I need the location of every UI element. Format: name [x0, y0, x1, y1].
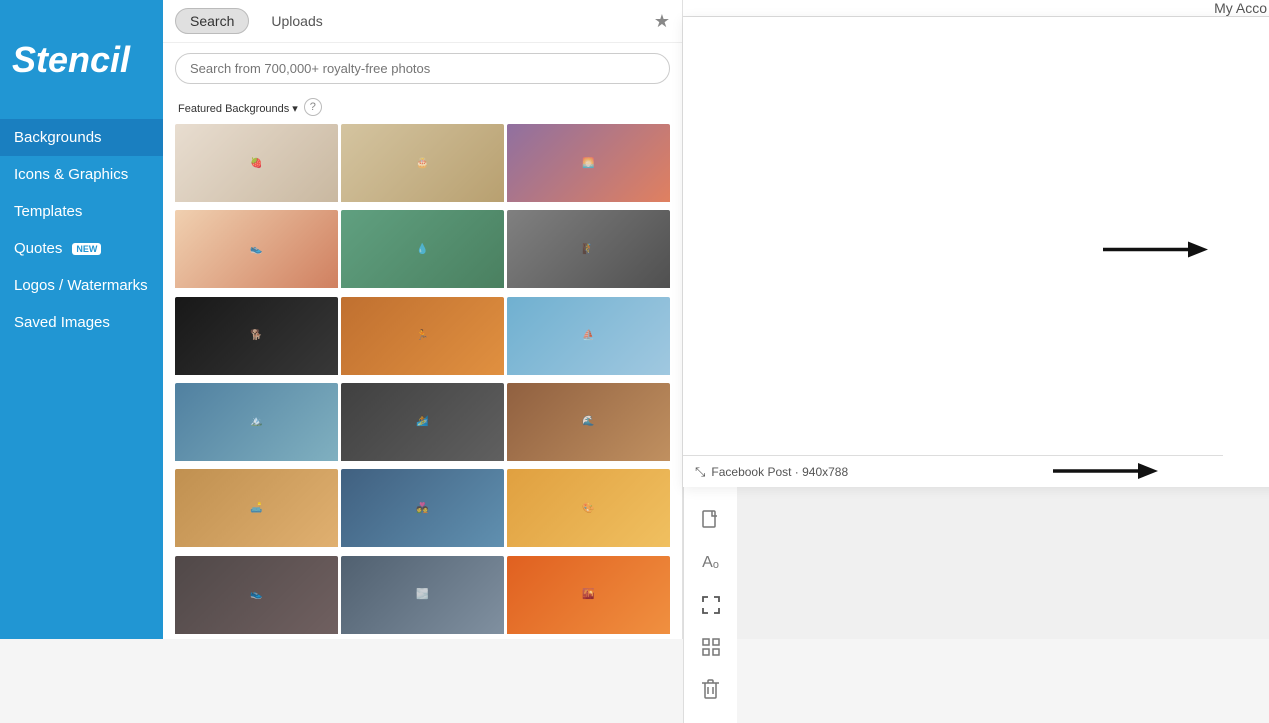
expand-icon-bottom: ⤡: [695, 464, 705, 480]
grid-icon[interactable]: [693, 629, 729, 665]
canvas-main: ⤡ Facebook Post · 940x788: [683, 17, 1269, 487]
sidebar-item-logos-watermarks[interactable]: Logos / Watermarks: [0, 267, 163, 304]
grid-image: 🎨: [507, 469, 670, 547]
grid-item-3[interactable]: 🌅: [507, 124, 670, 207]
tab-uploads[interactable]: Uploads: [257, 9, 336, 33]
grid-image: ⛵: [507, 297, 670, 375]
trash-icon[interactable]: [693, 671, 729, 707]
sidebar-item-label: Saved Images: [14, 314, 110, 331]
grid-item-17[interactable]: 🌫️: [341, 556, 504, 639]
grid-image: 🏔️: [175, 383, 338, 461]
sidebar-item-label: Quotes: [14, 240, 62, 257]
grid-image: 🍓: [175, 124, 338, 202]
grid-item-15[interactable]: 🎨: [507, 469, 670, 552]
canvas-topbar: My Acco: [683, 0, 1269, 17]
sidebar-item-templates[interactable]: Templates: [0, 193, 163, 230]
star-icon[interactable]: ★: [654, 11, 670, 32]
grid-item-5[interactable]: 💧: [341, 210, 504, 293]
document-icon[interactable]: [693, 503, 729, 539]
canvas-bottom-bar: ⤡ Facebook Post · 940x788: [683, 455, 1223, 487]
grid-image: 🏄: [341, 383, 504, 461]
sidebar-item-saved-images[interactable]: Saved Images: [0, 304, 163, 341]
grid-image: 🏃: [341, 297, 504, 375]
canvas-area: My Acco ⤡ Facebook Post · 940x788: [683, 0, 1269, 639]
grid-image: 🌫️: [341, 556, 504, 634]
sidebar-item-backgrounds[interactable]: Backgrounds: [0, 119, 163, 156]
tab-search[interactable]: Search: [175, 8, 249, 34]
featured-header: Featured Backgrounds▾ ?: [163, 94, 682, 124]
search-input[interactable]: [175, 53, 670, 84]
grid-item-11[interactable]: 🏄: [341, 383, 504, 466]
grid-item-9[interactable]: ⛵: [507, 297, 670, 380]
grid-image: 👟: [175, 556, 338, 634]
app-logo: Stencil: [12, 39, 130, 81]
help-icon[interactable]: ?: [304, 98, 322, 116]
image-grid: 🍓🎂🌅👟💧🧗🐕🏃⛵🏔️🏄🌊🛋️💑🎨👟🌫️🌇: [163, 124, 682, 639]
arrow-right-indicator: [1103, 236, 1213, 269]
text-icon[interactable]: Aₒ: [693, 545, 729, 581]
grid-item-2[interactable]: 🎂: [341, 124, 504, 207]
right-toolbar: Aₒ: [683, 487, 737, 723]
search-box-wrap: [163, 43, 682, 94]
middle-panel: Search Uploads ★ Featured Backgrounds▾ ?…: [163, 0, 683, 639]
sidebar-item-label: Templates: [14, 203, 82, 220]
grid-item-10[interactable]: 🏔️: [175, 383, 338, 466]
sidebar: Stencil Backgrounds Icons & Graphics Templ…: [0, 0, 163, 639]
grid-image: 👟: [175, 210, 338, 288]
tab-bar: Search Uploads ★: [163, 0, 682, 43]
sidebar-item-label: Backgrounds: [14, 129, 102, 146]
grid-item-14[interactable]: 💑: [341, 469, 504, 552]
my-account-button[interactable]: My Acco: [1214, 0, 1267, 16]
grid-item-7[interactable]: 🐕: [175, 297, 338, 380]
arrow-bottom-indicator: [1053, 457, 1163, 485]
grid-item-16[interactable]: 👟: [175, 556, 338, 639]
grid-image: 🛋️: [175, 469, 338, 547]
grid-image: 🐕: [175, 297, 338, 375]
grid-image: 🎂: [341, 124, 504, 202]
grid-image: 🧗: [507, 210, 670, 288]
grid-image: 💧: [341, 210, 504, 288]
sidebar-items: Backgrounds Icons & Graphics Templates Quot…: [0, 119, 163, 341]
grid-item-8[interactable]: 🏃: [341, 297, 504, 380]
grid-image: 🌊: [507, 383, 670, 461]
grid-image: 💑: [341, 469, 504, 547]
featured-title[interactable]: Featured Backgrounds▾: [175, 99, 298, 115]
grid-item-12[interactable]: 🌊: [507, 383, 670, 466]
grid-image: 🌇: [507, 556, 670, 634]
expand-resize-icon[interactable]: [693, 587, 729, 623]
grid-item-13[interactable]: 🛋️: [175, 469, 338, 552]
grid-item-1[interactable]: 🍓: [175, 124, 338, 207]
grid-item-6[interactable]: 🧗: [507, 210, 670, 293]
sidebar-item-quotes[interactable]: Quotes NEW: [0, 230, 163, 267]
sidebar-item-icons-graphics[interactable]: Icons & Graphics: [0, 156, 163, 193]
new-badge: NEW: [72, 243, 101, 255]
logo-area: Stencil: [0, 0, 163, 119]
grid-image: 🌅: [507, 124, 670, 202]
grid-item-18[interactable]: 🌇: [507, 556, 670, 639]
grid-item-4[interactable]: 👟: [175, 210, 338, 293]
sidebar-item-label: Icons & Graphics: [14, 166, 128, 183]
sidebar-item-label: Logos / Watermarks: [14, 277, 148, 294]
canvas-size-label: Facebook Post · 940x788: [711, 465, 848, 479]
